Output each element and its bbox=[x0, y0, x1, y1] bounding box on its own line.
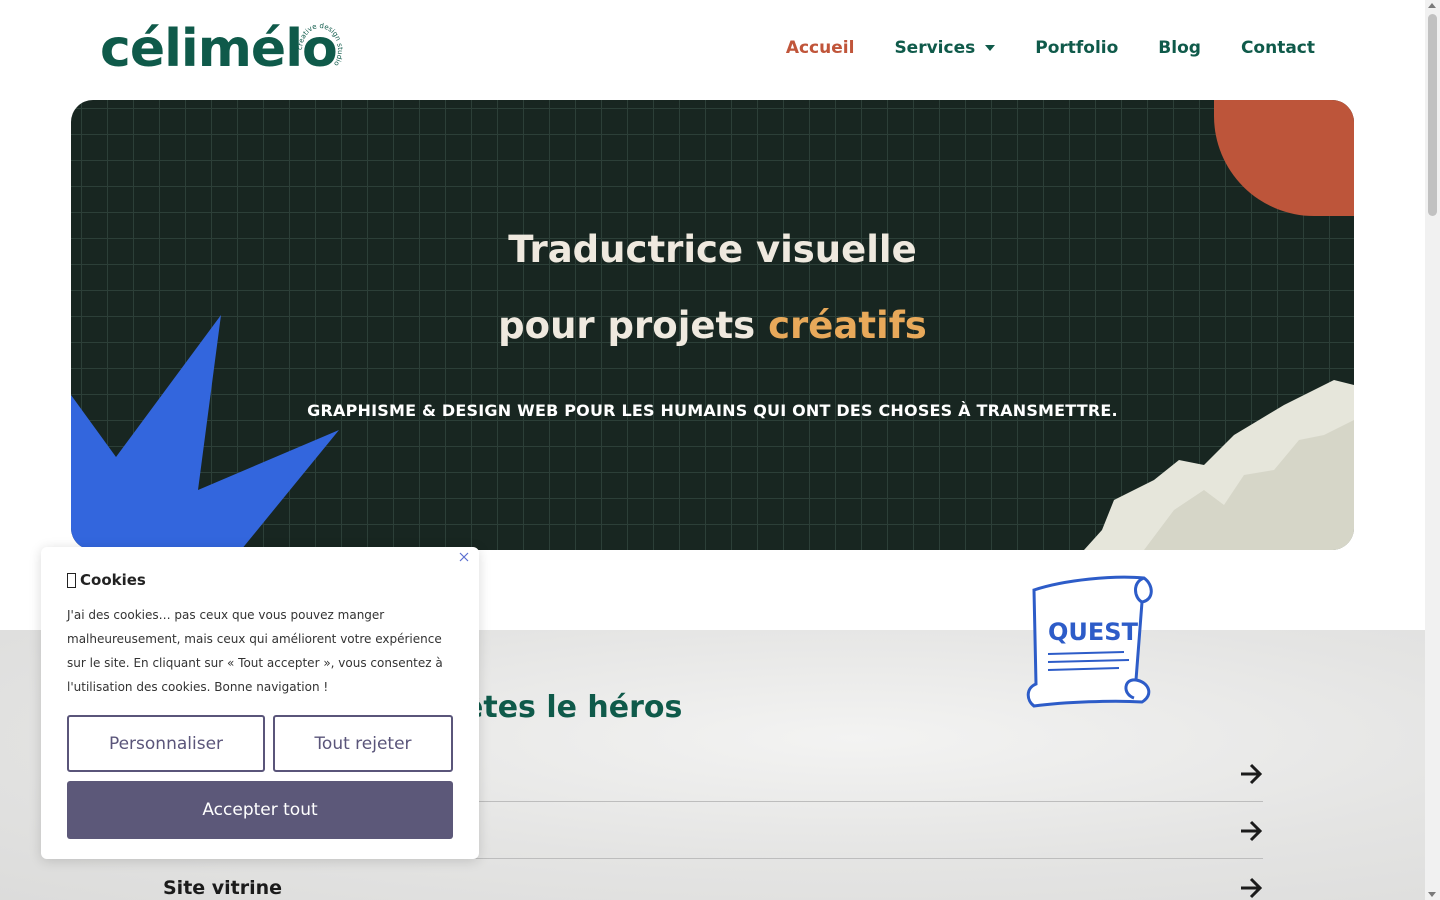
logo[interactable]: célimélo creative design studio bbox=[100, 14, 345, 84]
arrow-right-icon bbox=[1241, 820, 1263, 842]
orange-blob-shape bbox=[1214, 100, 1354, 216]
accept-all-button[interactable]: Accepter tout bbox=[67, 781, 453, 839]
cookie-title: Cookies bbox=[67, 571, 146, 589]
nav-services-label: Services bbox=[894, 38, 976, 58]
arrow-right-icon bbox=[1241, 763, 1263, 785]
nav-accueil[interactable]: Accueil bbox=[786, 38, 855, 58]
hero-title-line2: pour projets créatifs bbox=[71, 304, 1354, 347]
arrow-right-icon bbox=[1241, 877, 1263, 899]
cookie-text: J'ai des cookies… pas ceux que vous pouv… bbox=[67, 608, 443, 694]
nav-blog-label: Blog bbox=[1158, 38, 1201, 58]
nav-contact-label: Contact bbox=[1240, 38, 1315, 58]
nav-portfolio[interactable]: Portfolio bbox=[1035, 38, 1118, 58]
nav-accueil-label: Accueil bbox=[785, 38, 855, 58]
main-nav: Accueil Services Portfolio Blog Contact bbox=[786, 38, 1315, 58]
svg-text:creative design studio: creative design studio bbox=[296, 22, 344, 67]
nav-portfolio-label: Portfolio bbox=[1035, 38, 1119, 58]
hero-title-line1: Traductrice visuelle bbox=[508, 228, 917, 271]
customize-button[interactable]: Personnaliser bbox=[67, 715, 265, 772]
scroll-up-icon[interactable] bbox=[1428, 3, 1436, 8]
close-icon[interactable] bbox=[457, 550, 471, 564]
logo-ring-text: creative design studio bbox=[296, 22, 344, 67]
nav-contact[interactable]: Contact bbox=[1241, 38, 1315, 58]
nav-services[interactable]: Services bbox=[894, 38, 996, 58]
quest-scroll-icon: QUEST bbox=[1026, 575, 1153, 708]
scroll-down-icon[interactable] bbox=[1428, 892, 1436, 897]
service-row[interactable]: Site vitrine bbox=[163, 859, 1263, 900]
caret-down-icon bbox=[985, 45, 996, 51]
hero-banner: Traductrice visuelle pour projets créati… bbox=[71, 100, 1354, 550]
svg-text:QUEST: QUEST bbox=[1048, 618, 1139, 646]
page-scrollbar[interactable] bbox=[1425, 0, 1440, 900]
reject-all-button[interactable]: Tout rejeter bbox=[273, 715, 453, 772]
cookie-banner: Cookies J'ai des cookies… pas ceux que v… bbox=[41, 547, 479, 859]
scroll-thumb[interactable] bbox=[1428, 14, 1437, 216]
hero-title-prefix: pour projets bbox=[498, 304, 769, 347]
site-header: célimélo creative design studio Accueil … bbox=[0, 0, 1425, 100]
service-row-label: Site vitrine bbox=[163, 877, 283, 899]
cookie-title-text: Cookies bbox=[80, 571, 146, 589]
hero-title-accent: créatifs bbox=[768, 304, 927, 347]
services-heading: êtes le héros bbox=[463, 690, 683, 725]
cookie-icon bbox=[67, 572, 76, 588]
hero-subtitle: GRAPHISME & DESIGN WEB POUR LES HUMAINS … bbox=[307, 401, 1118, 420]
nav-blog[interactable]: Blog bbox=[1158, 38, 1201, 58]
